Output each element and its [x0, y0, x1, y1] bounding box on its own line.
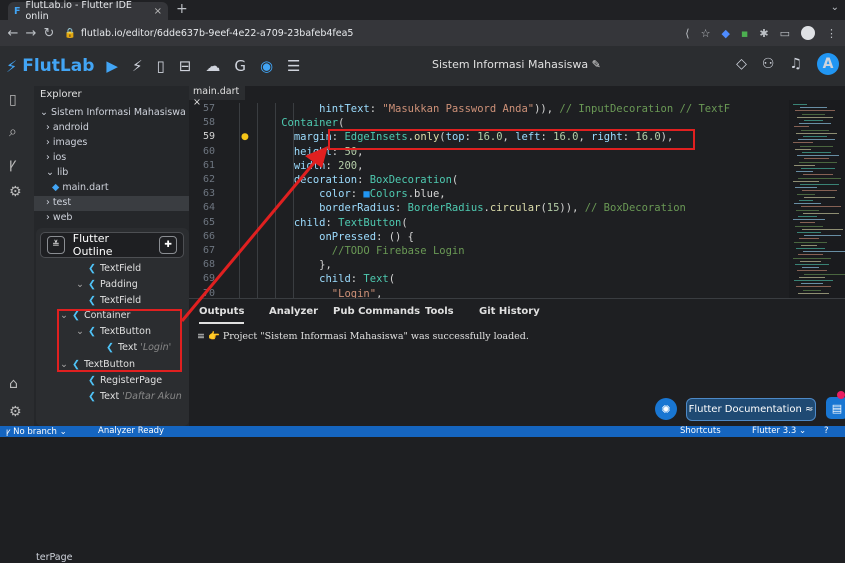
outline-page-label: terPage: [36, 552, 73, 563]
annotation-arrow: [180, 146, 328, 322]
arrow-line: [180, 157, 320, 322]
arrow-head: [305, 146, 328, 168]
